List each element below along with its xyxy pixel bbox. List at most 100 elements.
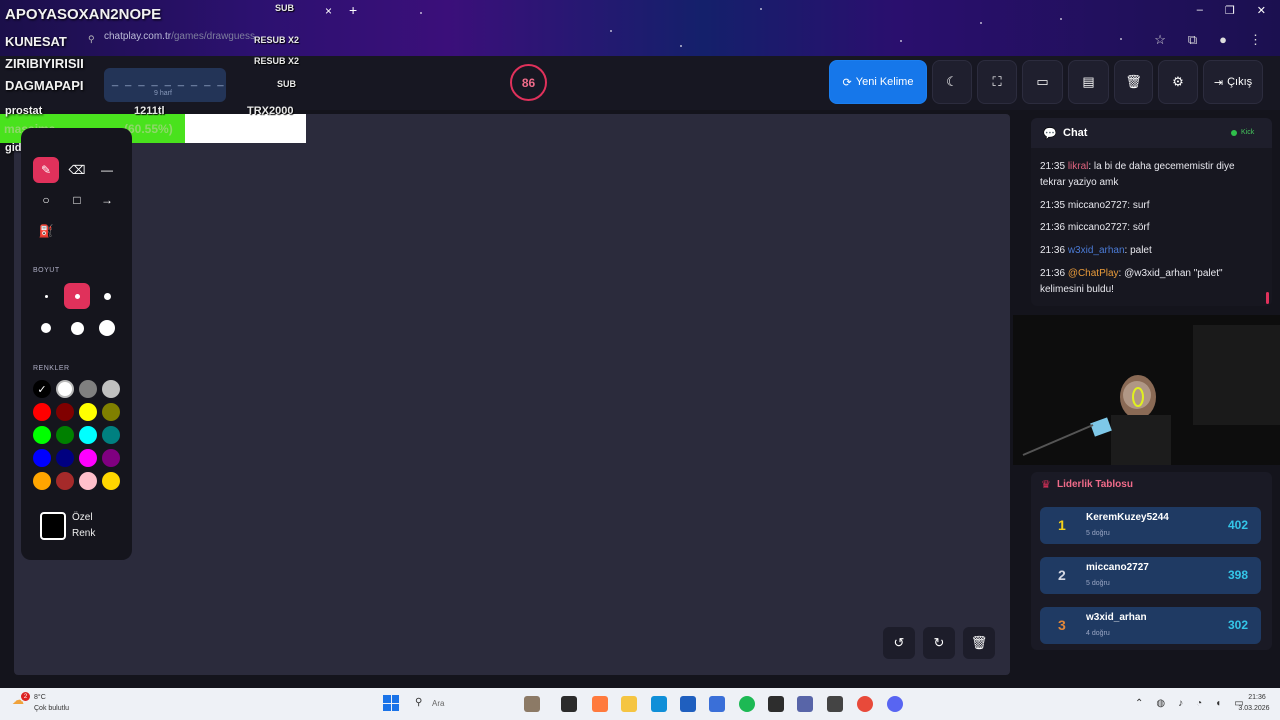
edge-icon[interactable] [651, 696, 667, 712]
mail-icon[interactable] [709, 696, 725, 712]
new-word-button[interactable]: ⟳ Yeni Kelime [829, 60, 927, 104]
chrome-icon[interactable] [857, 696, 873, 712]
color-swatch[interactable] [79, 380, 97, 398]
circle-tool[interactable]: ○ [33, 187, 59, 213]
color-swatch[interactable] [102, 380, 120, 398]
maximize-button[interactable]: ❐ [1225, 4, 1235, 17]
store-icon[interactable] [680, 696, 696, 712]
undo-icon: ↺ [893, 635, 905, 650]
app-icon[interactable] [797, 696, 813, 712]
chat-message: 21:36 w3xid_arhan: palet [1040, 245, 1152, 256]
color-swatch[interactable] [102, 472, 120, 490]
leaderboard-score: 402 [1228, 518, 1249, 532]
color-swatch[interactable] [33, 449, 51, 467]
clear-canvas-button[interactable]: 🗑 [963, 627, 995, 659]
color-swatch[interactable] [56, 380, 74, 398]
eraser-tool[interactable]: ⌫ [64, 157, 90, 183]
drawing-canvas[interactable] [14, 114, 1010, 675]
color-swatch[interactable] [79, 449, 97, 467]
clock-date[interactable]: 3.03.2026 [1231, 705, 1277, 712]
overlay-tag: SUB [277, 79, 297, 89]
wifi-icon[interactable]: ◔ [1196, 698, 1202, 709]
pencil-icon: ✎ [40, 163, 52, 177]
extensions-icon[interactable]: ⧉ [1188, 32, 1197, 48]
color-swatch[interactable] [56, 403, 74, 421]
color-swatch[interactable] [56, 449, 74, 467]
color-swatch[interactable] [33, 472, 51, 490]
color-swatch[interactable] [79, 403, 97, 421]
discord-icon[interactable] [887, 696, 903, 712]
redo-button[interactable]: ↻ [923, 627, 955, 659]
webcam-image [1013, 315, 1280, 465]
chat-scrollbar[interactable] [1266, 292, 1269, 304]
leaderboard-score: 302 [1228, 618, 1249, 632]
color-swatch[interactable] [79, 472, 97, 490]
size-xl[interactable] [64, 315, 90, 341]
keyboard-button[interactable]: ▭ [1022, 60, 1063, 104]
widget-icon[interactable] [524, 696, 540, 712]
size-sm[interactable] [64, 283, 90, 309]
pencil-tool[interactable]: ✎ [33, 157, 59, 183]
fullscreen-button[interactable]: ⛶ [977, 60, 1017, 104]
moon-icon: ☾ [946, 74, 958, 89]
rectangle-tool[interactable]: □ [64, 187, 90, 213]
exit-label: Çıkış [1227, 76, 1253, 88]
color-swatch[interactable] [56, 472, 74, 490]
square-icon: □ [73, 193, 81, 207]
settings-button[interactable]: ⚙ [1158, 60, 1198, 104]
color-swatch[interactable] [33, 426, 51, 444]
copilot-icon[interactable] [592, 696, 608, 712]
delete-button[interactable]: 🗑 [1114, 60, 1153, 104]
spotify-icon[interactable] [739, 696, 755, 712]
circle-icon: ○ [42, 193, 50, 207]
windows-start-icon[interactable] [383, 695, 399, 711]
search-icon[interactable]: ⚲ [415, 697, 422, 708]
color-swatch[interactable] [102, 426, 120, 444]
custom-color-button[interactable] [40, 512, 66, 540]
address-bar[interactable]: chatplay.com.tr/games/drawguess [80, 31, 270, 49]
size-xxl[interactable] [94, 315, 120, 341]
archive-button[interactable]: ▤ [1068, 60, 1109, 104]
size-xs[interactable] [33, 283, 59, 309]
close-window-button[interactable]: ✕ [1257, 4, 1266, 17]
chevron-up-icon[interactable]: ⌃ [1135, 698, 1143, 709]
leaderboard-rank: 1 [1058, 517, 1066, 533]
overlay-tag: 1211tl [134, 105, 165, 117]
color-swatch[interactable] [56, 426, 74, 444]
clock-time[interactable]: 21:36 [1237, 694, 1277, 701]
taskbar-search[interactable]: Ara [432, 699, 444, 708]
exit-button[interactable]: ⇥ Çıkış [1203, 60, 1263, 104]
arrow-tool[interactable]: → [94, 187, 120, 213]
bookmark-star-icon[interactable]: ☆ [1154, 32, 1166, 48]
new-tab-button[interactable]: + [349, 2, 357, 18]
tab-close-button[interactable]: × [325, 4, 332, 18]
volume-icon[interactable]: ◖ [1215, 698, 1221, 709]
keyboard-icon: ▭ [1036, 74, 1049, 89]
leaderboard-name: KeremKuzey5244 [1086, 512, 1169, 523]
dark-mode-button[interactable]: ☾ [932, 60, 972, 104]
profile-icon[interactable]: ● [1219, 32, 1227, 48]
color-swatch[interactable] [102, 403, 120, 421]
file-explorer-icon[interactable] [621, 696, 637, 712]
color-swatch[interactable] [102, 449, 120, 467]
size-lg[interactable] [33, 315, 59, 341]
color-swatch[interactable]: ✓ [33, 380, 51, 398]
app-icon[interactable] [827, 696, 843, 712]
size-md[interactable] [94, 283, 120, 309]
line-tool[interactable]: — [94, 157, 120, 183]
app-icon[interactable] [768, 696, 784, 712]
archive-icon: ▤ [1082, 74, 1095, 89]
overlay-name: APOYASOXAN2NOPE [5, 6, 162, 23]
menu-icon[interactable]: ⋮ [1249, 32, 1262, 48]
minimize-button[interactable]: – [1197, 4, 1203, 17]
fill-tool[interactable]: ⛽ [33, 218, 59, 244]
system-tray: ⌃ ◍ ♪ ◔ ◖ ▭ [1135, 698, 1244, 709]
color-swatch[interactable] [79, 426, 97, 444]
word-hint: _ _ _ _ _ _ _ _ _ [112, 75, 226, 87]
color-swatch[interactable] [33, 403, 51, 421]
network-icon[interactable]: ◍ [1156, 698, 1165, 709]
paint-bucket-icon: ⛽ [38, 224, 54, 238]
microphone-icon[interactable]: ♪ [1178, 698, 1183, 709]
task-view-icon[interactable] [561, 696, 577, 712]
undo-button[interactable]: ↺ [883, 627, 915, 659]
